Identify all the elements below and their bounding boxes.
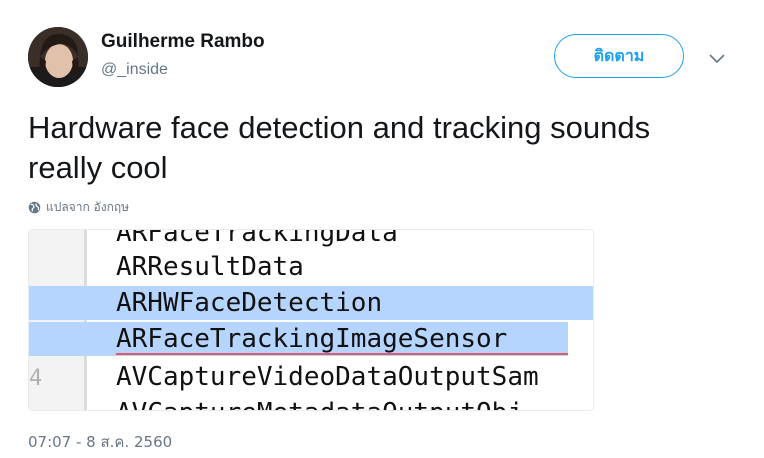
avatar-photo [28, 27, 88, 87]
code-line-text: AVCaptureVideoDataOutputSam [116, 362, 539, 392]
code-line-text: ARHWFaceDetection [116, 288, 383, 318]
code-line: AVCaptureVideoDataOutputSam [29, 360, 593, 394]
code-line: ARFaceTrackingData [29, 229, 593, 250]
tweet-timestamp[interactable]: 07:07 - 8 ส.ค. 2560 [28, 430, 172, 454]
follow-button[interactable]: ติดตาม [554, 34, 684, 78]
author-handle[interactable]: @_inside [101, 61, 168, 79]
tweet-text-line-2: really cool [28, 150, 168, 185]
code-line-text: AVCaptureMetadataOutputObj [116, 396, 523, 410]
code-line: ARResultData [29, 250, 593, 284]
spellcheck-underline [116, 353, 568, 355]
code-line-text: ARResultData [116, 252, 304, 282]
author-display-name[interactable]: Guilherme Rambo [101, 31, 265, 53]
tweet-media-image[interactable]: 2 3 4 ARFaceTrackingData ARResultData AR… [28, 229, 594, 411]
code-line-text: ARFaceTrackingImageSensor [116, 324, 508, 354]
avatar[interactable] [28, 27, 88, 87]
tweet-text: Hardware face detection and tracking sou… [28, 108, 748, 188]
code-line: AVCaptureMetadataOutputObj [29, 396, 593, 410]
translate-label: แปลจาก อังกฤษ [46, 200, 130, 214]
code-line-text: ARFaceTrackingData [116, 229, 398, 248]
more-options-button[interactable] [704, 48, 730, 70]
chevron-down-icon [709, 54, 725, 64]
globe-icon [28, 201, 41, 214]
code-line-selected: ARFaceTrackingImageSensor [29, 322, 568, 356]
tweet-text-line-1: Hardware face detection and tracking sou… [28, 110, 651, 145]
code-line-selected: ARHWFaceDetection [29, 286, 593, 320]
translate-link[interactable]: แปลจาก อังกฤษ [28, 198, 129, 217]
